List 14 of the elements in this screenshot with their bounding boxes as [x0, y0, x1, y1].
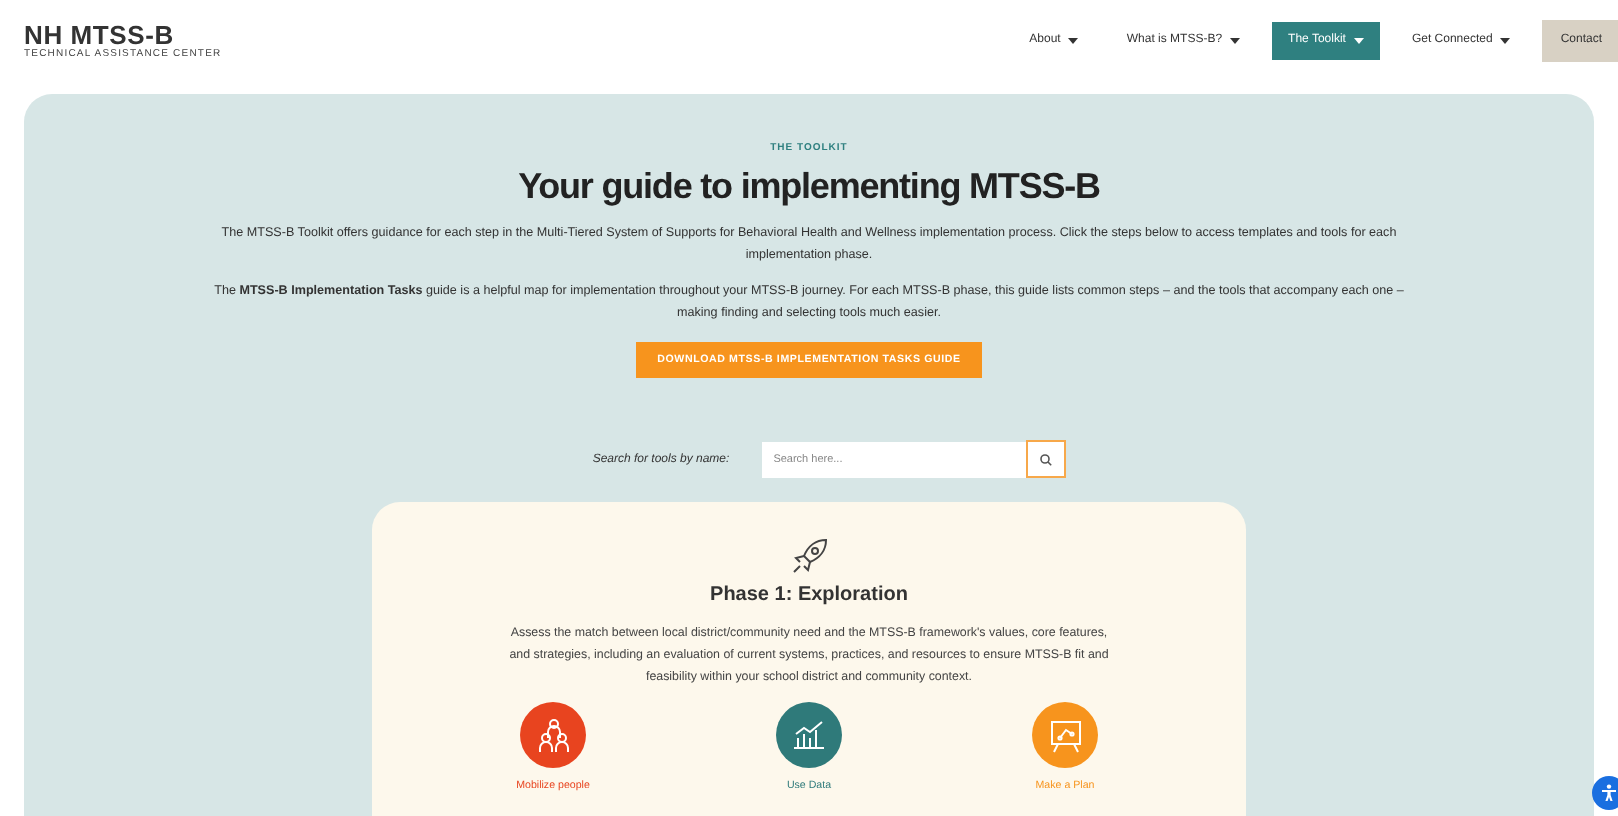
step-circle[interactable] — [1032, 702, 1098, 768]
phase-title: Phase 1: Exploration — [710, 584, 908, 606]
people-icon — [537, 717, 569, 753]
easel-board-icon — [1047, 717, 1083, 753]
bar-chart-icon — [792, 720, 826, 750]
search-icon — [1039, 453, 1052, 465]
step-circle[interactable] — [776, 702, 842, 768]
logo-title[interactable]: NH MTSS-B — [24, 21, 222, 47]
rocket-icon — [789, 536, 829, 576]
search-button[interactable] — [1025, 440, 1066, 478]
accessibility-button[interactable] — [1592, 776, 1618, 810]
accessibility-icon — [1600, 784, 1618, 802]
page-heading: Your guide to implementing MTSS-B — [518, 166, 1100, 208]
step-circle[interactable] — [520, 702, 586, 768]
